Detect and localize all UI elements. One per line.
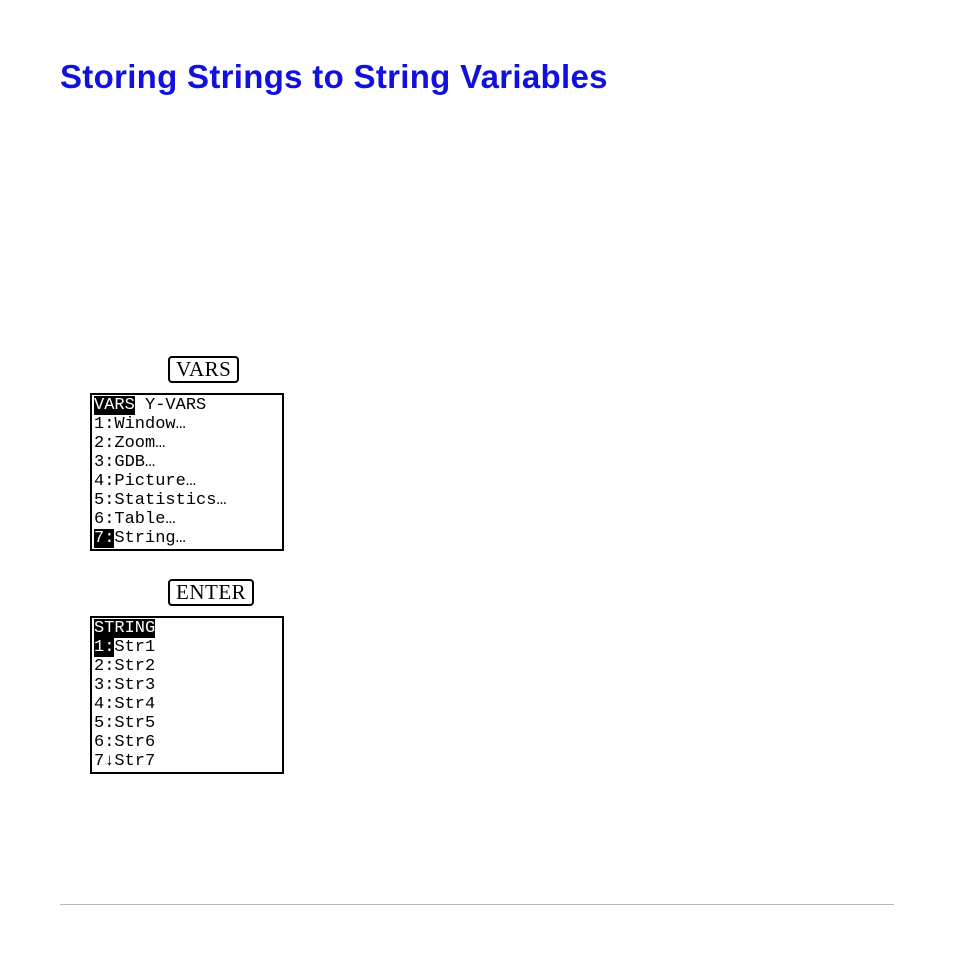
vars-tab-selected: VARS xyxy=(94,396,135,415)
string-selected-prefix: 1: xyxy=(94,638,114,657)
string-item: 2:Str2 xyxy=(94,657,280,676)
string-item: 7↓Str7 xyxy=(94,752,280,771)
string-item: 5:Str5 xyxy=(94,714,280,733)
vars-selected-prefix: 7: xyxy=(94,529,114,548)
vars-item: 3:GDB… xyxy=(94,453,280,472)
vars-tab-other: Y-VARS xyxy=(135,396,206,415)
vars-key: VARS xyxy=(168,356,239,383)
horizontal-rule xyxy=(60,904,894,905)
enter-key: ENTER xyxy=(168,579,254,606)
vars-selected-label: String… xyxy=(114,529,185,548)
vars-item: 6:Table… xyxy=(94,510,280,529)
vars-item: 2:Zoom… xyxy=(94,434,280,453)
vars-item: 4:Picture… xyxy=(94,472,280,491)
string-selected-label: Str1 xyxy=(114,638,155,657)
vars-item: 5:Statistics… xyxy=(94,491,280,510)
string-menu-header: STRING xyxy=(94,619,280,638)
string-item-selected: 1:Str1 xyxy=(94,638,280,657)
string-item: 4:Str4 xyxy=(94,695,280,714)
vars-item-selected: 7:String… xyxy=(94,529,280,548)
string-menu-screen: STRING 1:Str1 2:Str2 3:Str3 4:Str4 5:Str… xyxy=(90,616,284,774)
vars-item: 1:Window… xyxy=(94,415,280,434)
vars-tab-row: VARS Y-VARS xyxy=(94,396,280,415)
string-item: 6:Str6 xyxy=(94,733,280,752)
string-item: 3:Str3 xyxy=(94,676,280,695)
vars-menu-screen: VARS Y-VARS 1:Window… 2:Zoom… 3:GDB… 4:P… xyxy=(90,393,284,551)
page-title: Storing Strings to String Variables xyxy=(60,58,894,96)
